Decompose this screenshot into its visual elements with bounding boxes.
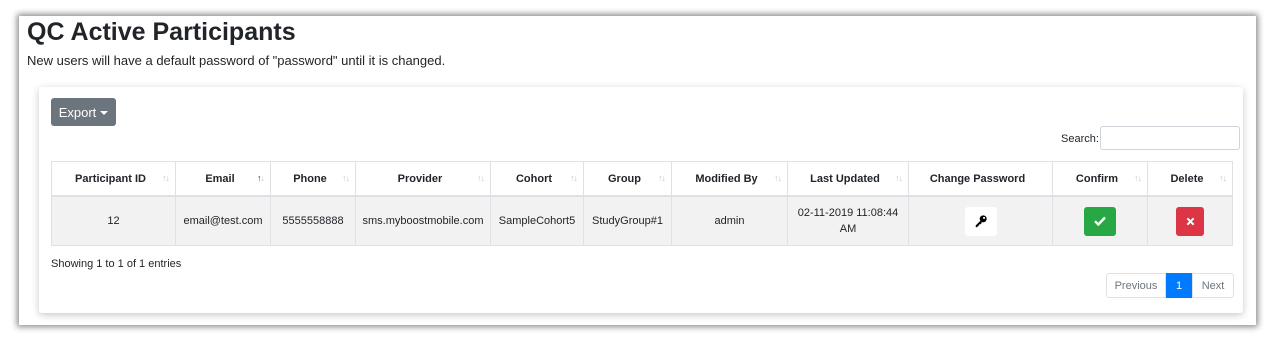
caret-down-icon — [100, 110, 109, 115]
cell-delete — [1147, 195, 1233, 246]
previous-page-button[interactable]: Previous — [1106, 273, 1166, 298]
cell-phone: 5555558888 — [270, 195, 356, 246]
column-header-phone[interactable]: Phone ↑↓ — [270, 161, 356, 197]
sort-icon: ↑↓ — [774, 173, 782, 183]
participants-table: Participant ID ↑↓ Email ↑↓ Phone ↑↓ Provide… — [51, 161, 1233, 246]
export-button[interactable]: Export — [51, 98, 116, 126]
next-page-button[interactable]: Next — [1192, 273, 1234, 298]
change-password-button[interactable] — [964, 206, 997, 236]
table-header-row: Participant ID ↑↓ Email ↑↓ Phone ↑↓ Provide… — [51, 161, 1233, 197]
times-icon — [1186, 217, 1194, 225]
page-title: QC Active Participants — [27, 18, 296, 46]
search-label: Search: — [1061, 133, 1099, 145]
sort-icon: ↑↓ — [477, 173, 485, 183]
sort-icon: ↑↓ — [658, 173, 666, 183]
column-header-cohort[interactable]: Cohort ↑↓ — [490, 161, 584, 197]
cell-modified-by: admin — [671, 195, 788, 246]
sort-icon: ↑↓ — [342, 173, 350, 183]
check-icon — [1094, 216, 1106, 226]
participants-card: Export Search: Participant ID ↑↓ Email ↑↓ … — [39, 87, 1243, 313]
column-header-delete[interactable]: Delete ↑↓ — [1147, 161, 1233, 197]
confirm-button[interactable] — [1084, 206, 1116, 236]
sort-icon: ↑↓ — [570, 173, 578, 183]
column-header-modified-by[interactable]: Modified By ↑↓ — [671, 161, 788, 197]
key-icon — [975, 215, 987, 228]
sort-icon: ↑↓ — [162, 173, 170, 183]
search-input[interactable] — [1100, 126, 1240, 150]
sort-icon: ↑↓ — [1219, 173, 1227, 183]
cell-confirm — [1052, 195, 1148, 246]
cell-group: StudyGroup#1 — [583, 195, 672, 246]
sort-icon: ↑↓ — [1134, 173, 1142, 183]
column-header-confirm[interactable]: Confirm ↑↓ — [1052, 161, 1148, 197]
pagination: Previous 1 Next — [1106, 273, 1234, 298]
column-header-email[interactable]: Email ↑↓ — [175, 161, 271, 197]
column-header-participant-id[interactable]: Participant ID ↑↓ — [51, 161, 176, 197]
column-header-provider[interactable]: Provider ↑↓ — [355, 161, 491, 197]
cell-email: email@test.com — [175, 195, 271, 246]
table-info: Showing 1 to 1 of 1 entries — [51, 258, 182, 270]
export-button-label: Export — [58, 104, 97, 120]
cell-cohort: SampleCohort5 — [490, 195, 584, 246]
cell-participant-id: 12 — [51, 195, 176, 246]
column-header-group[interactable]: Group ↑↓ — [583, 161, 672, 197]
cell-change-password — [908, 195, 1053, 246]
cell-provider: sms.myboostmobile.com — [355, 195, 491, 246]
delete-button[interactable] — [1176, 206, 1204, 236]
page-1-button[interactable]: 1 — [1166, 273, 1192, 298]
column-header-last-updated[interactable]: Last Updated ↑↓ — [787, 161, 909, 197]
app-window: QC Active Participants New users will ha… — [19, 16, 1256, 325]
page-subtitle: New users will have a default password o… — [27, 53, 446, 68]
sort-icon: ↑↓ — [895, 173, 903, 183]
sort-ascending-icon: ↑↓ — [257, 173, 265, 183]
column-header-change-password: Change Password — [908, 161, 1053, 197]
table-row: 12 email@test.com 5555558888 sms.myboost… — [51, 195, 1233, 246]
cell-last-updated: 02-11-2019 11:08:44 AM — [787, 195, 909, 246]
